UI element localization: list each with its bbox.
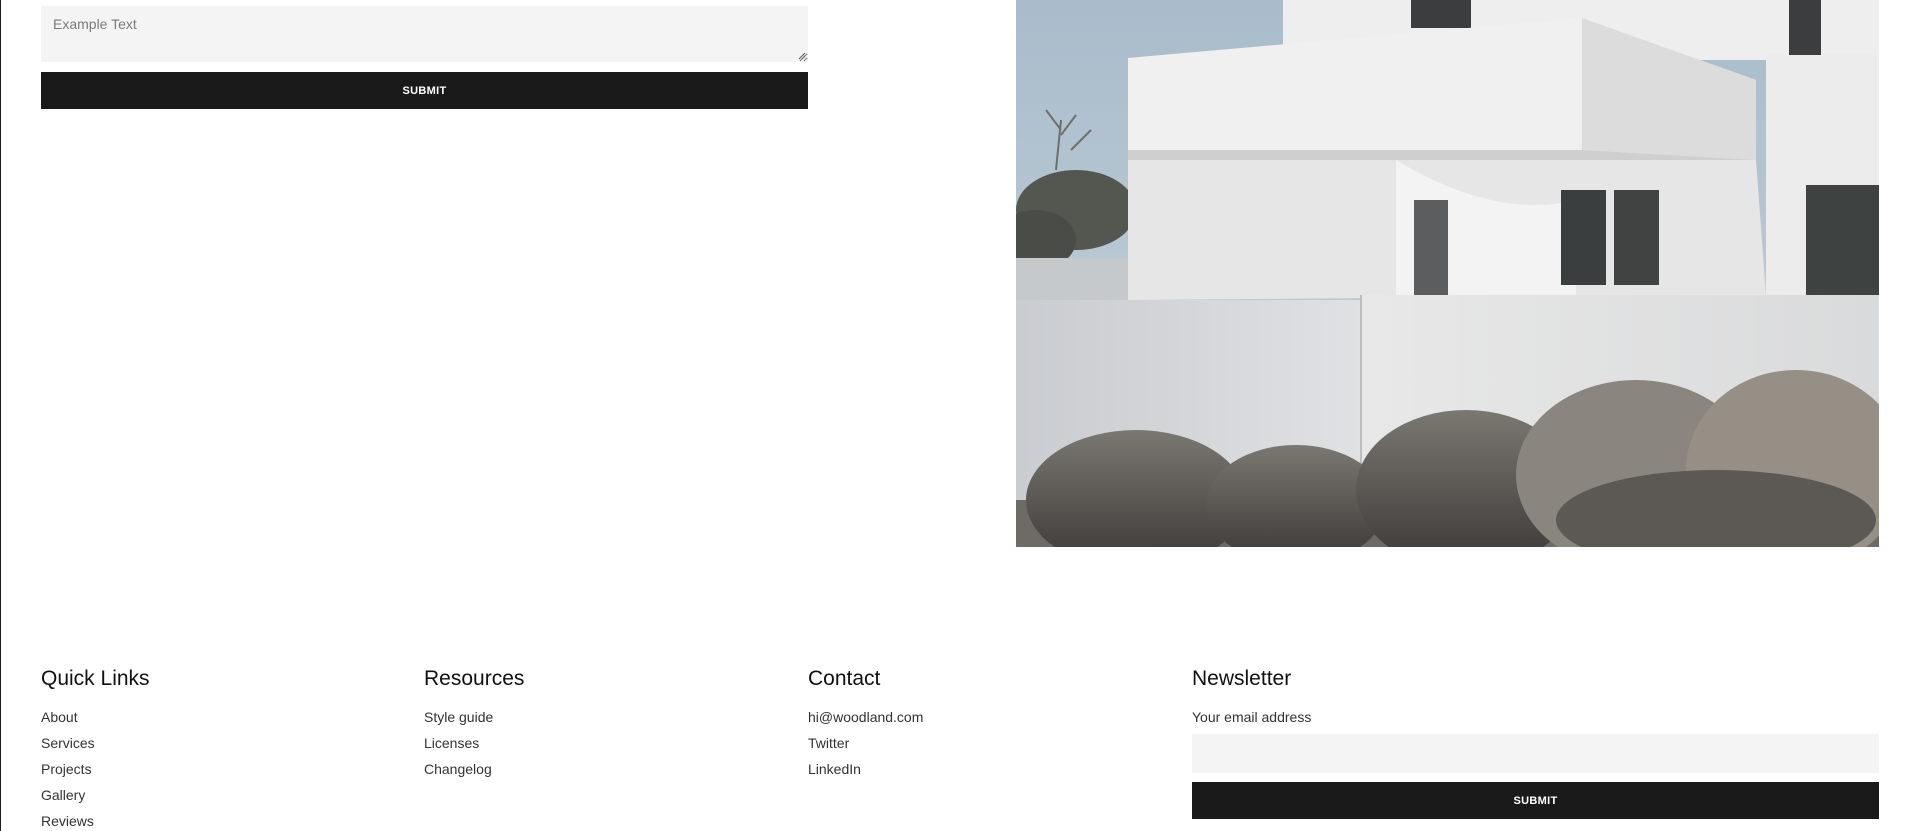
list-item: Style guide [424,708,764,726]
list-item: Licenses [424,734,764,752]
footer-resources: Resources Style guide Licenses Changelog [424,665,764,786]
list-item: Gallery [41,786,381,804]
footer-contact: Contact hi@woodland.com Twitter LinkedIn [808,665,1148,786]
footer-link-linkedin[interactable]: LinkedIn [808,761,861,777]
newsletter-submit-button[interactable]: SUBMIT [1192,782,1879,819]
contact-heading: Contact [808,667,881,690]
contact-list: hi@woodland.com Twitter LinkedIn [808,708,1148,778]
page-left-border [0,0,1,831]
footer-newsletter: Newsletter Your email address SUBMIT [1192,665,1879,819]
footer-link-projects[interactable]: Projects [41,761,92,777]
footer-link-twitter[interactable]: Twitter [808,735,849,751]
list-item: Services [41,734,381,752]
footer-link-licenses[interactable]: Licenses [424,735,479,751]
newsletter-email-label: Your email address [1192,709,1312,725]
list-item: About [41,708,381,726]
contact-submit-button[interactable]: SUBMIT [41,72,808,109]
list-item: Reviews [41,812,381,830]
resources-heading: Resources [424,667,525,690]
house-photo [1016,0,1879,547]
footer-quick-links: Quick Links About Services Projects Gall… [41,665,381,831]
list-item: hi@woodland.com [808,708,1148,726]
footer-link-email[interactable]: hi@woodland.com [808,709,923,725]
footer-link-style-guide[interactable]: Style guide [424,709,493,725]
footer-link-about[interactable]: About [41,709,78,725]
footer-link-services[interactable]: Services [41,735,95,751]
message-textarea[interactable] [41,6,808,62]
list-item: Twitter [808,734,1148,752]
quick-links-list: About Services Projects Gallery Reviews [41,708,381,830]
quick-links-heading: Quick Links [41,667,150,690]
resources-list: Style guide Licenses Changelog [424,708,764,778]
footer-link-gallery[interactable]: Gallery [41,787,85,803]
footer-link-reviews[interactable]: Reviews [41,813,94,829]
newsletter-heading: Newsletter [1192,667,1292,690]
list-item: LinkedIn [808,760,1148,778]
footer-link-changelog[interactable]: Changelog [424,761,492,777]
hero-image [1016,0,1879,547]
list-item: Changelog [424,760,764,778]
newsletter-email-input[interactable] [1192,734,1879,773]
list-item: Projects [41,760,381,778]
